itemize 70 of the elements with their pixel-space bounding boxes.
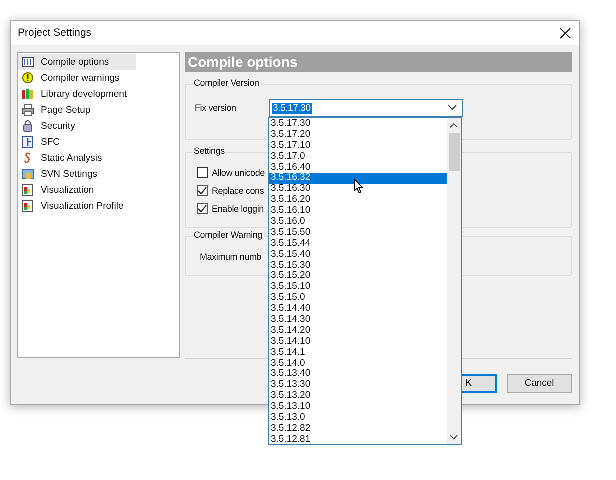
dropdown-option[interactable]: 3.5.16.30	[269, 184, 447, 196]
chevron-up-icon	[450, 123, 458, 128]
dropdown-option[interactable]: 3.5.14.10	[269, 336, 447, 348]
dropdown-option[interactable]: 3.5.12.82	[269, 424, 447, 435]
dropdown-option[interactable]: 3.5.17.30	[269, 119, 447, 130]
version-dropdown[interactable]: 3.5.17.30	[269, 99, 463, 117]
field-label: Maximum numb	[200, 252, 262, 262]
dropdown-option[interactable]: 3.5.15.20	[269, 271, 447, 282]
printer-icon	[22, 104, 34, 116]
padlock-icon	[22, 120, 34, 132]
sidebar-item[interactable]: Compile options	[18, 54, 136, 70]
sidebar-item[interactable]: Visualization	[18, 182, 136, 198]
dropdown-option[interactable]: 3.5.17.10	[269, 140, 447, 152]
group-legend: Compiler Warning	[192, 230, 264, 240]
dropdown-option[interactable]: 3.5.17.0	[269, 152, 447, 163]
window-icon	[22, 200, 34, 212]
dropdown-option[interactable]: 3.5.14.30	[269, 315, 447, 326]
books-icon	[22, 88, 34, 100]
dropdown-value: 3.5.17.30	[272, 102, 312, 114]
dropdown-option[interactable]: 3.5.13.20	[269, 391, 447, 402]
dropdown-option[interactable]: 3.5.15.10	[269, 282, 447, 294]
checkbox-label: Allow unicode	[212, 168, 265, 178]
chevron-down-icon	[448, 105, 457, 111]
dropdown-option[interactable]: 3.5.14.20	[269, 326, 447, 337]
dropdown-option[interactable]: 3.5.13.10	[269, 402, 447, 414]
sidebar-item[interactable]: SVN Settings	[18, 166, 136, 182]
dropdown-option[interactable]: 3.5.16.40	[269, 162, 447, 174]
mouse-pointer-icon	[354, 179, 364, 194]
folder-icon	[22, 168, 34, 180]
dropdown-option[interactable]: 3.5.16.10	[269, 206, 447, 218]
dropdown-option[interactable]: 3.5.16.32	[269, 173, 447, 184]
dropdown-option[interactable]: 3.5.14.0	[269, 358, 447, 370]
window-icon	[22, 184, 34, 196]
dropdown-option[interactable]: 3.5.17.20	[269, 130, 447, 141]
dropdown-option[interactable]: 3.5.15.40	[269, 250, 447, 261]
checkbox[interactable]	[197, 167, 208, 178]
sidebar-item[interactable]: Static Analysis	[18, 150, 136, 166]
group-legend: Settings	[192, 146, 226, 156]
dropdown-option[interactable]: 3.5.15.0	[269, 293, 447, 304]
sidebar-item[interactable]: Visualization Profile	[18, 198, 136, 214]
sidebar-item[interactable]: Security	[18, 118, 136, 134]
checkbox[interactable]	[197, 203, 208, 214]
dropdown-option[interactable]: 3.5.16.20	[269, 195, 447, 206]
window-title: Project Settings	[18, 27, 92, 39]
warning-icon	[22, 72, 34, 84]
dropdown-option[interactable]: 3.5.15.50	[269, 228, 447, 239]
field-label: Fix version	[195, 103, 238, 113]
dropdown-option[interactable]: 3.5.15.30	[269, 260, 447, 272]
flowchart-icon	[22, 136, 34, 148]
grid-icon	[22, 56, 34, 68]
checkbox-label: Enable loggin	[212, 204, 264, 214]
checkbox[interactable]	[197, 185, 208, 196]
sidebar-item[interactable]: Library development	[18, 86, 136, 102]
scrollbar[interactable]	[447, 118, 461, 444]
sidebar-item[interactable]: SFC	[18, 134, 136, 150]
group-legend: Compiler Version	[192, 78, 260, 88]
page-heading: Compile options	[185, 52, 572, 72]
sidebar-item[interactable]: Compiler warnings	[18, 70, 136, 86]
chevron-down-icon	[450, 435, 458, 440]
dropdown-option[interactable]: 3.5.13.0	[269, 413, 447, 424]
checkbox-label: Replace cons	[212, 186, 264, 196]
dropdown-option[interactable]: 3.5.15.44	[269, 238, 447, 250]
dropdown-option[interactable]: 3.5.16.0	[269, 217, 447, 228]
close-icon[interactable]	[560, 28, 571, 38]
cancel-button[interactable]: Cancel	[507, 374, 572, 393]
dropdown-option[interactable]: 3.5.14.1	[269, 348, 447, 359]
sidebar-item[interactable]: Page Setup	[18, 102, 136, 118]
scrollbar-thumb[interactable]	[448, 133, 460, 171]
dropdown-option[interactable]: 3.5.14.40	[269, 304, 447, 316]
dropdown-option[interactable]: 3.5.12.81	[269, 434, 447, 446]
